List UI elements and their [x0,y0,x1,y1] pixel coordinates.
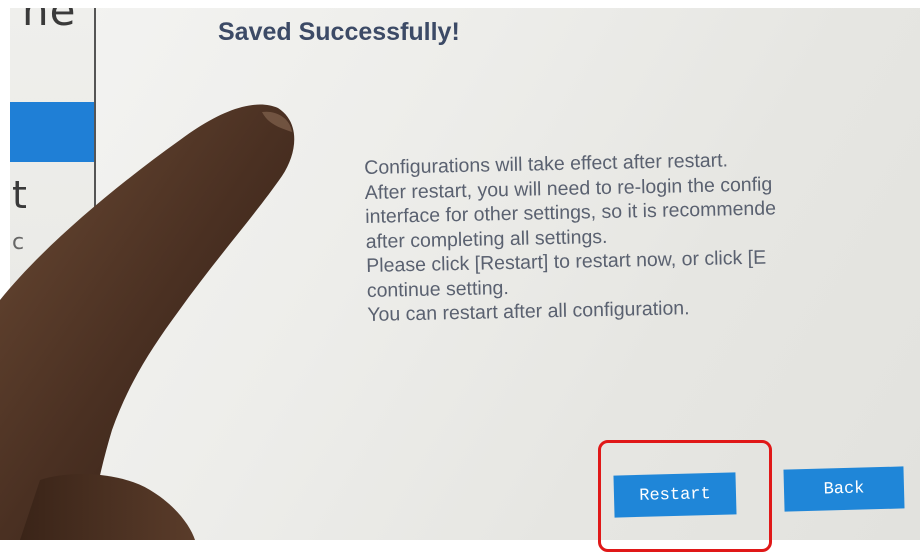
restart-message: Configurations will take effect after re… [364,145,915,328]
sidebar-divider [94,8,96,540]
sidebar: ne t c [10,8,94,540]
page-title: Saved Successfully! [218,18,460,46]
sidebar-top-label: ne [22,8,77,35]
back-button[interactable]: Back [783,466,905,512]
sidebar-item-active[interactable] [10,102,94,162]
highlight-box [598,440,772,552]
sidebar-item-label-lower[interactable]: c [12,230,24,255]
sidebar-item-label[interactable]: t [12,173,27,217]
